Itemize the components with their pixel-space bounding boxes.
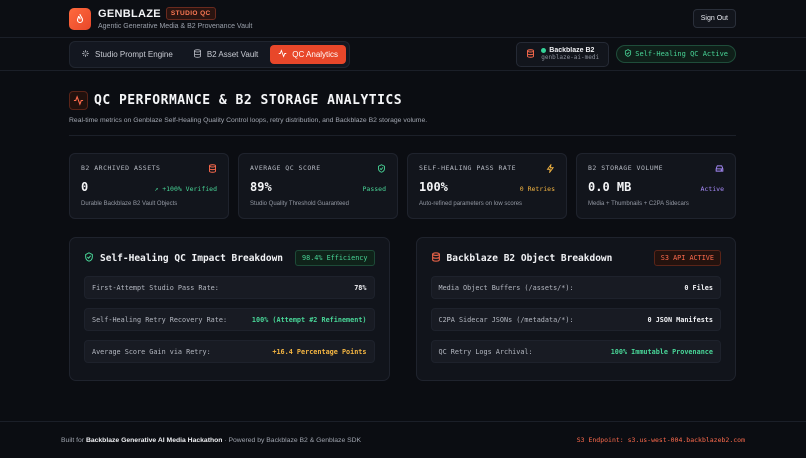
s3-api-badge: S3 API ACTIVE: [653, 250, 721, 266]
s3-endpoint: S3 Endpoint: s3.us-west-004.backblazeb2.…: [576, 436, 745, 444]
self-healing-status-badge: Self-Healing QC Active: [616, 45, 736, 63]
metric-value: +16.4 Percentage Points: [272, 347, 367, 356]
shield-check-icon: [84, 252, 94, 264]
stat-label: B2 ARCHIVED ASSETS: [81, 164, 161, 172]
stat-description: Studio Quality Threshold Guaranteed: [250, 201, 349, 207]
metric-row: Self-Healing Retry Recovery Rate: 100% (…: [84, 308, 375, 331]
stat-value: 100%: [419, 180, 448, 194]
stat-value: 0: [81, 180, 89, 194]
page-title: QC PERFORMANCE & B2 STORAGE ANALYTICS: [94, 93, 403, 108]
panel-title: Self-Healing QC Impact Breakdown: [100, 252, 284, 264]
drive-icon: [715, 165, 724, 172]
b2-object-panel: Backblaze B2 Object Breakdown S3 API ACT…: [415, 237, 736, 381]
tab-b2-asset-vault[interactable]: B2 Asset Vault: [185, 45, 266, 64]
brand-block: GENBLAZE STUDIO QC Agentic Generative Me…: [98, 7, 252, 30]
sparkle-icon: [81, 49, 90, 60]
tab-studio-prompt-engine[interactable]: Studio Prompt Engine: [73, 45, 181, 64]
tab-label: B2 Asset Vault: [206, 49, 259, 59]
footer-event: Backblaze Generative AI Media Hackathon: [85, 436, 223, 444]
metric-row: Average Score Gain via Retry: +16.4 Perc…: [84, 340, 375, 363]
metric-row: QC Retry Logs Archival: 100% Immutable P…: [430, 340, 721, 363]
stat-description: Media + Thumbnails + C2PA Sidecars: [588, 201, 689, 207]
database-icon: [526, 48, 535, 60]
stat-value: 89%: [250, 180, 272, 194]
panels-row: Self-Healing QC Impact Breakdown 98.4% E…: [0, 219, 806, 381]
brand-subtitle: Agentic Generative Media & B2 Provenance…: [98, 23, 253, 30]
lightning-icon: [546, 164, 555, 173]
metric-value: 100% (Attempt #2 Refinement): [251, 315, 367, 324]
shield-check-icon: [378, 164, 385, 173]
bucket-id: genblaze-ai-media-…: [541, 53, 600, 61]
stat-card-b2-storage-volume: B2 STORAGE VOLUME 0.0 MB Active Media + …: [576, 153, 736, 219]
stat-card-archived-assets: B2 ARCHIVED ASSETS 0 ↗ +100% Verified Du…: [69, 153, 229, 219]
flame-icon: [69, 7, 91, 30]
shield-check-icon: [624, 49, 632, 59]
stat-label: B2 STORAGE VOLUME: [588, 164, 664, 172]
stat-label: AVERAGE QC SCORE: [250, 164, 321, 172]
metric-label: C2PA Sidecar JSONs (/metadata/*):: [438, 315, 574, 324]
metric-label: Media Object Buffers (/assets/*):: [438, 283, 574, 292]
stat-description: Auto-refined parameters on low scores: [419, 201, 523, 207]
stat-card-average-qc-score: AVERAGE QC SCORE 89% Passed Studio Quali…: [238, 153, 398, 219]
metric-value: 78%: [354, 283, 367, 292]
metric-label: Self-Healing Retry Recovery Rate:: [92, 315, 228, 324]
stat-note: ↗ +100% Verified: [154, 185, 217, 193]
connection-status-dot: [541, 48, 547, 54]
nav-bar: Studio Prompt Engine B2 Asset Vault QC A…: [0, 38, 806, 71]
stat-note: Active: [700, 185, 724, 193]
brand-badge: STUDIO QC: [165, 7, 216, 20]
page-header: QC PERFORMANCE & B2 STORAGE ANALYTICS Re…: [0, 71, 806, 124]
page-description: Real-time metrics on Genblaze Self-Heali…: [69, 117, 428, 124]
stats-row: B2 ARCHIVED ASSETS 0 ↗ +100% Verified Du…: [0, 136, 806, 219]
metric-row: C2PA Sidecar JSONs (/metadata/*): 0 JSON…: [430, 308, 721, 331]
brand-title: GENBLAZE: [98, 7, 161, 20]
stat-label: SELF-HEALING PASS RATE: [419, 164, 517, 172]
app-header: GENBLAZE STUDIO QC Agentic Generative Me…: [0, 0, 806, 38]
database-icon: [209, 164, 216, 173]
self-healing-status-text: Self-Healing QC Active: [635, 50, 728, 58]
footer-prefix: Built for: [61, 436, 86, 444]
metric-label: Average Score Gain via Retry:: [92, 347, 211, 356]
footer-suffix: · Powered by Backblaze B2 & Genblaze SDK: [222, 436, 362, 444]
database-icon: [193, 48, 202, 60]
sign-out-button[interactable]: Sign Out: [692, 9, 736, 28]
tab-group: Studio Prompt Engine B2 Asset Vault QC A…: [69, 40, 351, 68]
metric-label: QC Retry Logs Archival:: [438, 347, 533, 356]
qc-impact-panel: Self-Healing QC Impact Breakdown 98.4% E…: [69, 237, 390, 381]
panel-title: Backblaze B2 Object Breakdown: [446, 252, 613, 264]
metric-value: 0 Files: [684, 283, 713, 292]
b2-bucket-selector[interactable]: Backblaze B2 genblaze-ai-media-…: [516, 41, 610, 67]
efficiency-badge: 98.4% Efficiency: [295, 250, 375, 266]
metric-value: 100% Immutable Provenance: [610, 347, 713, 356]
activity-icon: [278, 48, 287, 60]
activity-icon: [69, 91, 88, 110]
stat-note: Passed: [362, 185, 386, 193]
tab-label: QC Analytics: [292, 49, 339, 59]
tab-label: Studio Prompt Engine: [95, 49, 173, 59]
metric-row: Media Object Buffers (/assets/*): 0 File…: [430, 276, 721, 299]
stat-description: Durable Backblaze B2 Vault Objects: [81, 201, 178, 207]
stat-card-self-healing-pass-rate: SELF-HEALING PASS RATE 100% 0 Retries Au…: [407, 153, 567, 219]
database-icon: [431, 252, 441, 264]
page-footer: Built for Backblaze Generative AI Media …: [0, 421, 806, 458]
stat-note: 0 Retries: [519, 185, 555, 193]
metric-row: First-Attempt Studio Pass Rate: 78%: [84, 276, 375, 299]
tab-qc-analytics[interactable]: QC Analytics: [270, 44, 347, 64]
metric-value: 0 JSON Manifests: [647, 315, 713, 324]
metric-label: First-Attempt Studio Pass Rate:: [92, 283, 219, 292]
stat-value: 0.0 MB: [588, 180, 632, 194]
footer-credit: Built for Backblaze Generative AI Media …: [61, 437, 361, 444]
